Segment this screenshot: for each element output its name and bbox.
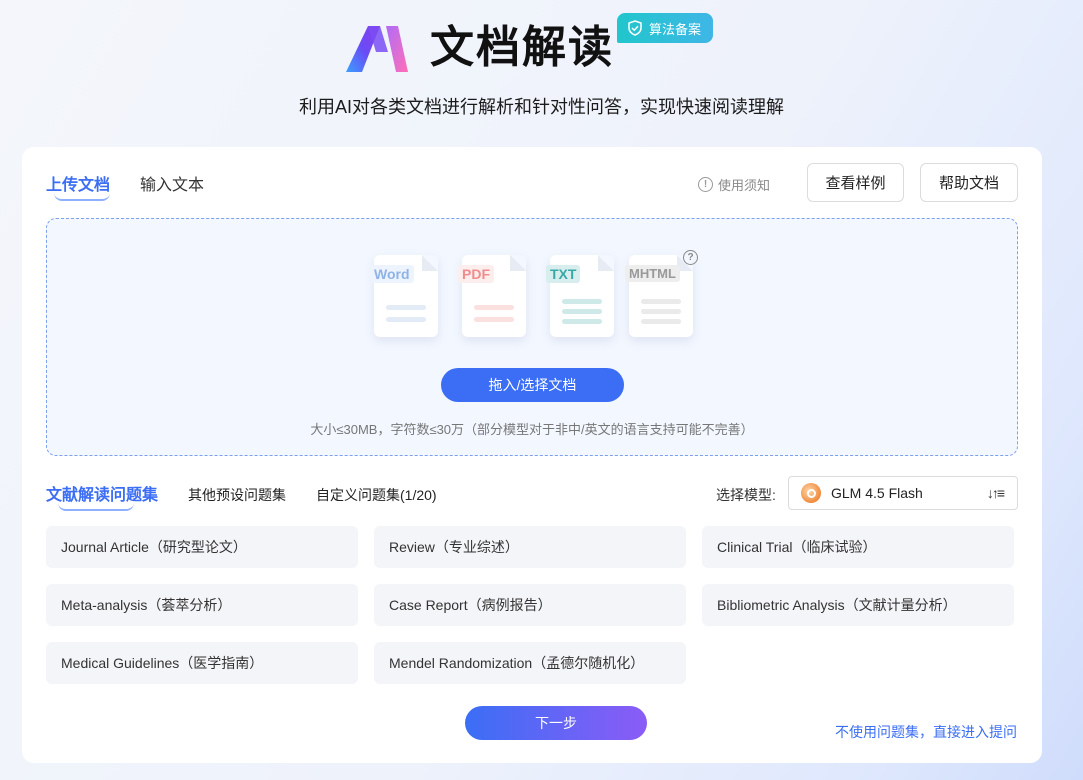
tab-input-text[interactable]: 输入文本	[140, 171, 204, 195]
app-logo-icon	[346, 26, 408, 72]
usage-notice-link[interactable]: ! 使用须知	[698, 175, 770, 194]
question-set-item[interactable]: Bibliometric Analysis（文献计量分析）	[702, 584, 1014, 626]
model-select-label: 选择模型:	[716, 487, 776, 503]
input-mode-tabs: 上传文档 输入文本	[46, 171, 204, 201]
info-icon: !	[698, 177, 713, 192]
tab-literature-question-set[interactable]: 文献解读问题集	[46, 481, 158, 511]
model-select[interactable]: GLM 4.5 Flash ↓↑≡	[788, 476, 1018, 510]
pdf-file-icon: PDF	[458, 255, 526, 337]
page-title: 文档解读	[430, 22, 614, 73]
file-drop-zone[interactable]: Word PDF TXT MHTML ? 拖入/选择文档 大小≤30MB，字符数…	[46, 218, 1018, 456]
question-mark-icon[interactable]: ?	[683, 250, 698, 265]
question-set-item[interactable]: Meta-analysis（荟萃分析）	[46, 584, 358, 626]
page-subtitle: 利用AI对各类文档进行解析和针对性问答，实现快速阅读理解	[298, 97, 784, 117]
word-file-icon: Word	[370, 255, 438, 337]
usage-notice-label: 使用须知	[718, 178, 771, 193]
algorithm-filing-badge: 算法备案	[617, 13, 714, 43]
upload-limit-hint: 大小≤30MB，字符数≤30万（部分模型对于非中/英文的语言支持可能不完善）	[310, 422, 754, 437]
question-set-item[interactable]: Review（专业综述）	[374, 526, 686, 568]
question-set-item[interactable]: Mendel Randomization（孟德尔随机化）	[374, 642, 686, 684]
question-set-item[interactable]: Medical Guidelines（医学指南）	[46, 642, 358, 684]
brand: 文档解读	[344, 22, 614, 74]
shield-check-icon	[628, 20, 642, 36]
question-set-item[interactable]: Clinical Trial（临床试验）	[702, 526, 1014, 568]
main-card: 上传文档 输入文本 ! 使用须知 查看样例 帮助文档 Word PDF TXT	[22, 147, 1042, 763]
glm-model-icon	[801, 483, 821, 503]
select-document-button[interactable]: 拖入/选择文档	[441, 368, 624, 402]
question-set-item[interactable]: Case Report（病例报告）	[374, 584, 686, 626]
question-set-tabs: 文献解读问题集 其他预设问题集 自定义问题集(1/20)	[46, 481, 467, 511]
tab-other-preset-question-set[interactable]: 其他预设问题集	[188, 485, 286, 505]
mhtml-file-icon: MHTML	[625, 255, 693, 337]
question-set-item[interactable]: Journal Article（研究型论文）	[46, 526, 358, 568]
model-selected-value: GLM 4.5 Flash	[831, 485, 923, 501]
view-example-button[interactable]: 查看样例	[807, 163, 904, 202]
next-step-button[interactable]: 下一步	[465, 706, 647, 740]
pdf-label: PDF	[458, 265, 494, 283]
txt-label: TXT	[546, 265, 581, 283]
txt-file-icon: TXT	[546, 255, 614, 337]
tab-custom-question-set[interactable]: 自定义问题集(1/20)	[316, 485, 437, 505]
tab-upload-document[interactable]: 上传文档	[46, 171, 111, 201]
mhtml-label: MHTML	[625, 265, 680, 282]
sort-toggle-icon: ↓↑≡	[986, 485, 1005, 501]
word-label: Word	[370, 265, 414, 283]
skip-question-set-link[interactable]: 不使用问题集，直接进入提问	[835, 722, 1017, 742]
badge-label: 算法备案	[649, 21, 702, 37]
help-docs-button[interactable]: 帮助文档	[920, 163, 1018, 202]
